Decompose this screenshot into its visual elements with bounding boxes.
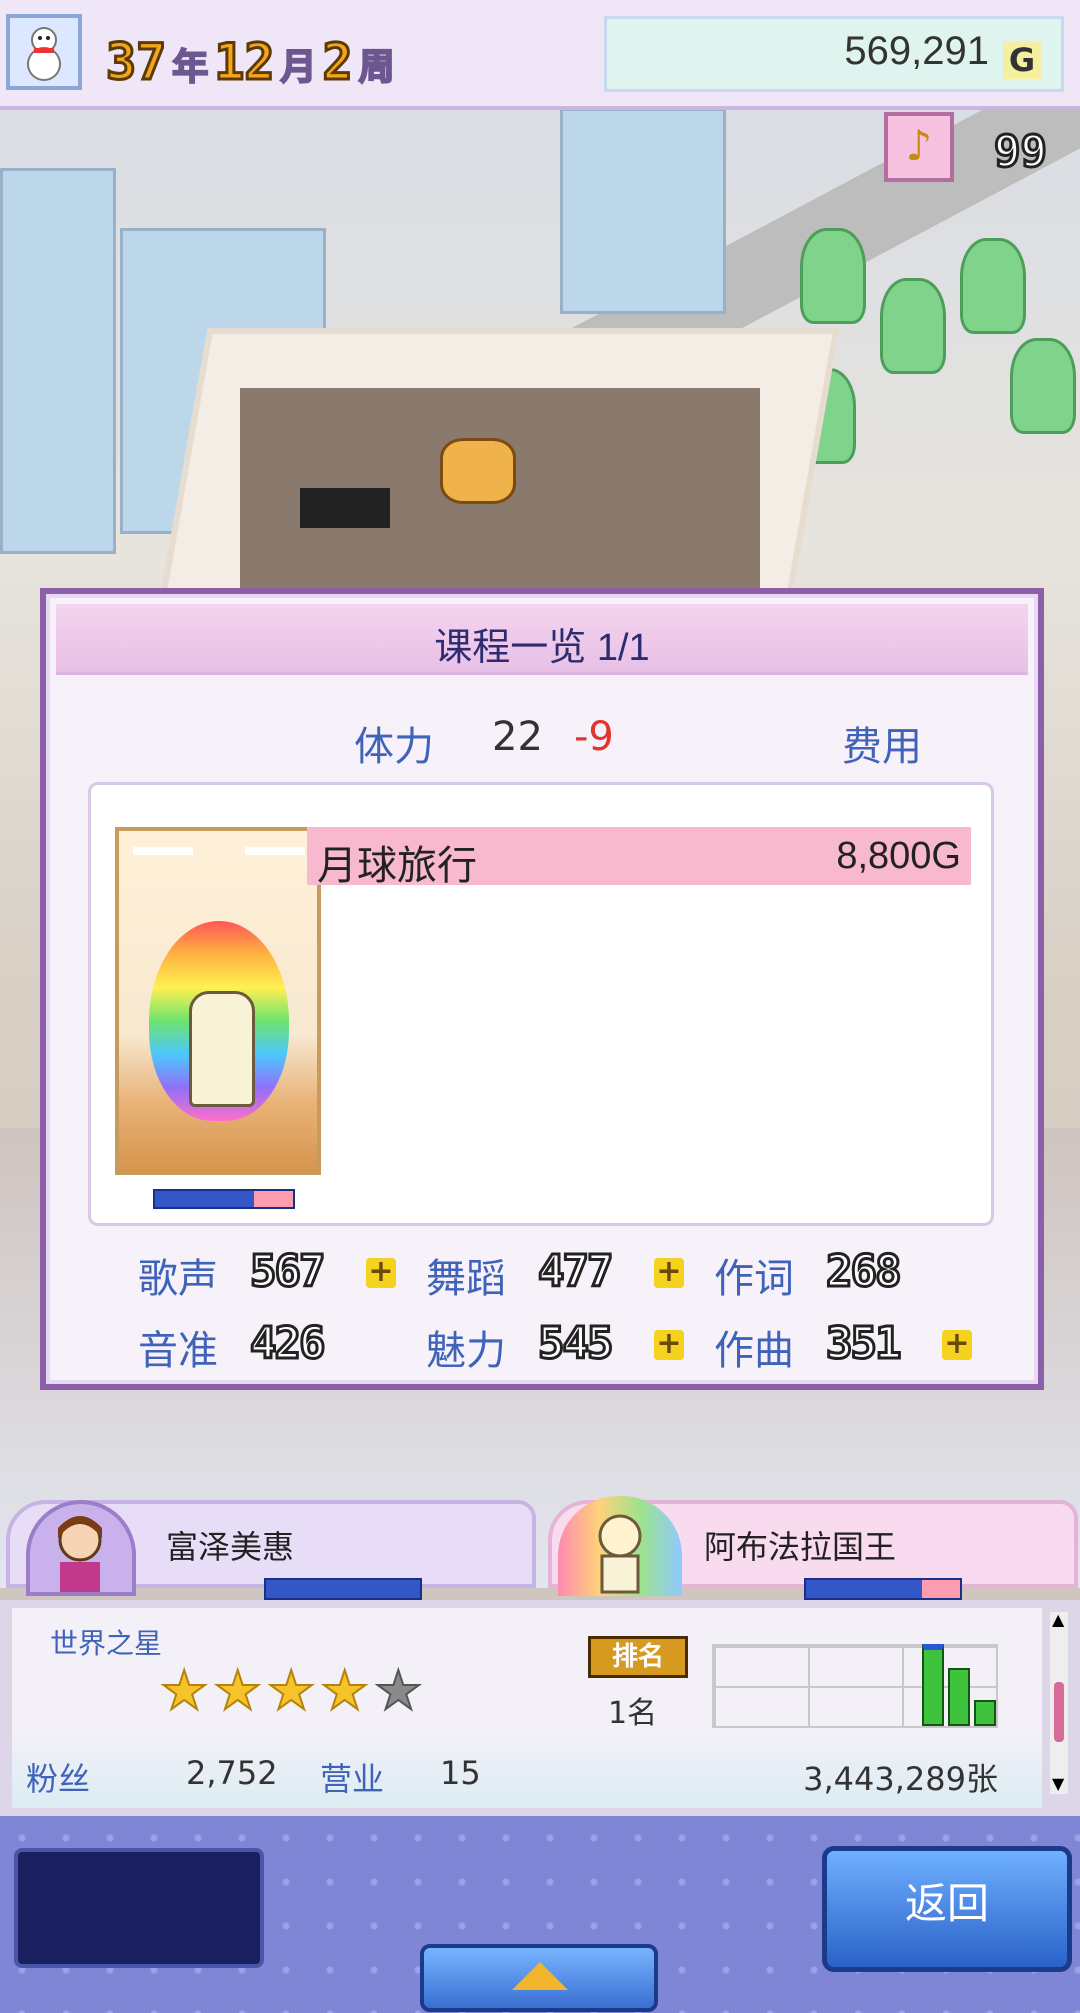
money-display: 569,291 G (604, 16, 1064, 92)
month-unit: 月 (279, 46, 317, 89)
stat-dance: 舞蹈 477 + (426, 1245, 684, 1304)
stat-lyrics: 作词 268 (714, 1245, 903, 1304)
portrait-gauge-fill (254, 1191, 293, 1207)
rank-badge: 排名 (588, 1636, 688, 1678)
course-item[interactable]: 月球旅行 8,800G (307, 827, 971, 889)
rank-value: 1名 (608, 1696, 658, 1731)
dialog-title: 课程一览 1/1 (434, 627, 650, 669)
course-name: 月球旅行 (317, 843, 477, 889)
stat-value: 477 (536, 1245, 615, 1299)
drum (440, 438, 516, 504)
month-number: 12 (213, 33, 276, 92)
week-unit: 周 (358, 46, 396, 89)
course-list-dialog: 课程一览 1/1 体力 22 -9 费用 月球旅行 8,800G 歌声 567 … (40, 588, 1044, 1390)
arrow-up-icon (512, 1962, 568, 1990)
star-rating: ★ ★ ★ ★ ★ (159, 1663, 424, 1719)
stat-label: 魅力 (426, 1328, 506, 1374)
idol-title: 世界之星 (50, 1627, 163, 1660)
business-value: 15 (440, 1754, 481, 1792)
ceiling-light (133, 847, 193, 855)
boost-plus-icon: + (366, 1257, 396, 1288)
idol-info-panel: 世界之星 ★ ★ ★ ★ ★ 排名 1名 粉丝 2,752 营业 15 3,44… (12, 1608, 1042, 1808)
star-empty-icon: ★ (373, 1659, 423, 1722)
menu-slot-button[interactable] (14, 1848, 264, 1968)
gramophone-award-icon[interactable]: ♪ (884, 112, 954, 182)
tree (1010, 338, 1076, 434)
avatar (26, 1500, 136, 1596)
info-scrollbar[interactable]: ▲ ▼ (1050, 1612, 1068, 1794)
stat-pitch: 音准 426 (138, 1317, 327, 1376)
stat-value: 351 (824, 1317, 903, 1371)
idol-character (189, 991, 255, 1107)
stat-label: 舞蹈 (426, 1256, 506, 1302)
cost-label: 费用 (842, 724, 922, 770)
star-filled-icon: ★ (213, 1659, 263, 1722)
scroll-thumb[interactable] (1054, 1682, 1064, 1742)
character-portrait[interactable] (115, 827, 321, 1175)
star-filled-icon: ★ (266, 1659, 316, 1722)
tree (960, 238, 1026, 334)
building (0, 168, 116, 554)
tab-character-name: 阿布法拉国王 (704, 1528, 897, 1566)
stat-value: 567 (248, 1245, 327, 1299)
week-number: 2 (321, 33, 354, 92)
boost-plus-icon: + (942, 1329, 972, 1360)
money-value: 569,291 (844, 29, 989, 73)
snowman-icon[interactable] (6, 14, 82, 90)
fans-label: 粉丝 (26, 1760, 91, 1798)
star-filled-icon: ★ (159, 1659, 209, 1722)
boost-plus-icon: + (654, 1257, 684, 1288)
stat-value: 545 (536, 1317, 615, 1371)
stat-singing: 歌声 567 + (138, 1245, 396, 1304)
sales-chart[interactable] (712, 1644, 998, 1728)
top-bar: 37 年 12 月 2 周 569,291 G (0, 0, 1080, 110)
stat-value: 426 (248, 1317, 327, 1371)
character-gauge (804, 1578, 962, 1600)
tree (800, 228, 866, 324)
award-count: 99 (993, 125, 1049, 179)
ceiling-light (245, 847, 305, 855)
course-price: 8,800G (836, 835, 961, 877)
avatar (558, 1496, 682, 1596)
scroll-up-icon[interactable]: ▲ (1052, 1612, 1064, 1628)
tab-character-1[interactable]: 富泽美惠 (6, 1500, 536, 1600)
chart-bar (974, 1700, 996, 1726)
stat-value: 268 (824, 1245, 903, 1299)
stat-charm: 魅力 545 + (426, 1317, 684, 1376)
dialog-header: 课程一览 1/1 (56, 604, 1028, 675)
boost-plus-icon: + (654, 1329, 684, 1360)
stat-compose: 作曲 351 + (714, 1317, 972, 1376)
course-panel: 月球旅行 8,800G (88, 782, 994, 1226)
tab-character-2[interactable]: 阿布法拉国王 (548, 1496, 1078, 1600)
star-filled-icon: ★ (320, 1659, 370, 1722)
tab-character-name: 富泽美惠 (166, 1528, 295, 1566)
character-gauge-fill (921, 1580, 960, 1598)
building (560, 108, 726, 314)
stat-label: 作词 (714, 1256, 794, 1302)
character-gauge (264, 1578, 422, 1600)
scroll-down-icon[interactable]: ▼ (1052, 1776, 1064, 1792)
game-date: 37 年 12 月 2 周 (104, 18, 396, 92)
portrait-gauge (153, 1189, 295, 1209)
fans-value: 2,752 (186, 1754, 278, 1792)
stamina-value: 22 (492, 714, 543, 760)
tree (880, 278, 946, 374)
expand-menu-button[interactable] (420, 1944, 658, 2012)
chart-bar (948, 1668, 970, 1726)
year-number: 37 (104, 33, 167, 92)
stat-label: 歌声 (138, 1256, 218, 1302)
year-unit: 年 (171, 46, 209, 89)
gold-unit: G (1003, 41, 1041, 79)
business-label: 营业 (320, 1760, 385, 1798)
stat-label: 作曲 (714, 1328, 794, 1374)
stamina-delta: -9 (574, 714, 614, 760)
stamina-label: 体力 (354, 724, 434, 770)
sales-value: 3,443,289张 (803, 1760, 998, 1798)
back-button[interactable]: 返回 (822, 1846, 1072, 1972)
piano (300, 488, 390, 528)
stat-label: 音准 (138, 1328, 218, 1374)
chart-bar (922, 1644, 944, 1726)
